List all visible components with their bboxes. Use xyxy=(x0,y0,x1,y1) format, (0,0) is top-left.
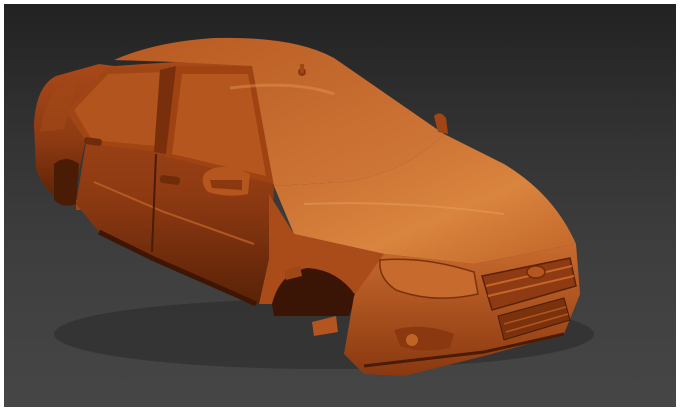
car-body-render xyxy=(34,37,594,376)
render-viewport xyxy=(4,4,676,407)
image-frame xyxy=(0,0,680,411)
car-front-fascia xyxy=(344,244,580,376)
side-mirror xyxy=(202,166,250,196)
